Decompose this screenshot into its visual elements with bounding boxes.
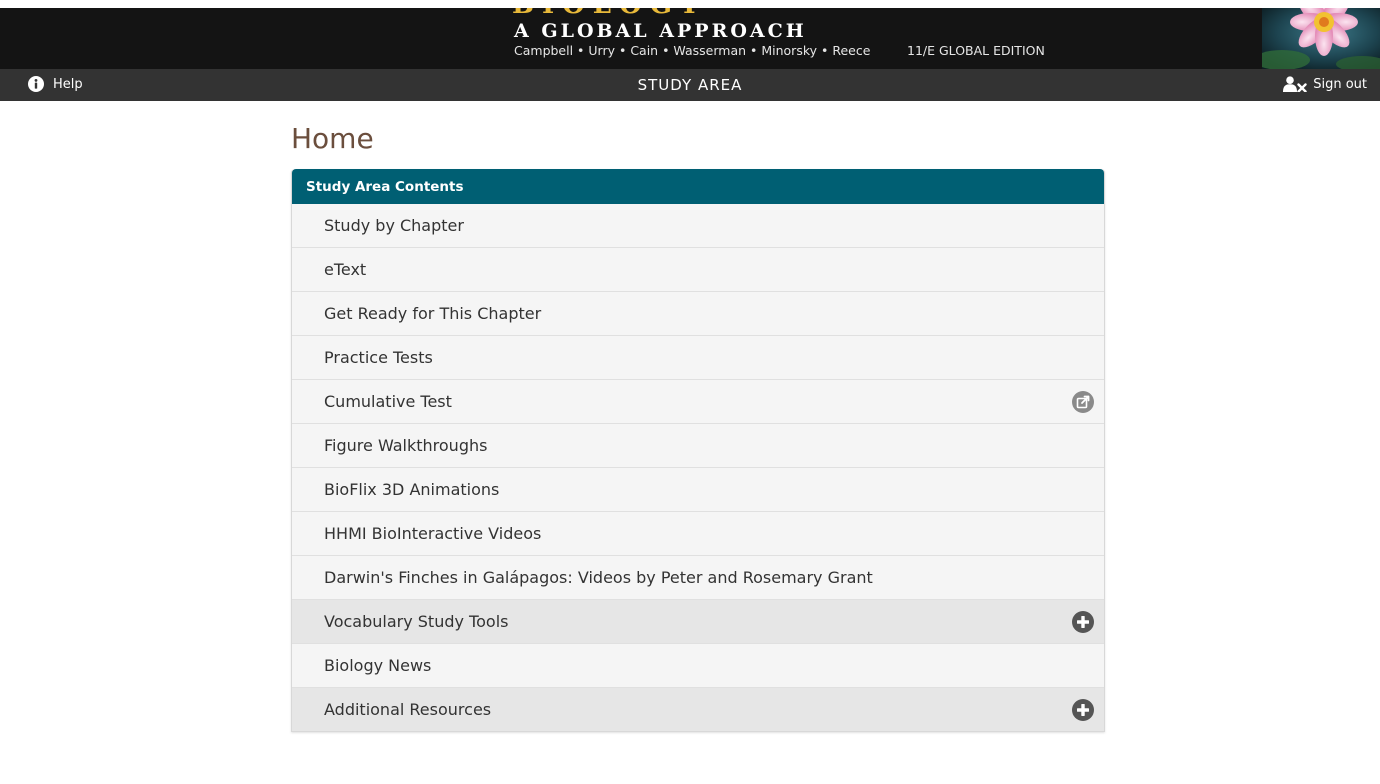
- menu-item-label: eText: [324, 260, 367, 279]
- plus-circle-icon[interactable]: [1072, 611, 1094, 633]
- plus-circle-icon[interactable]: [1072, 699, 1094, 721]
- top-gap: [0, 0, 1380, 8]
- water-lily-image: [1254, 8, 1380, 69]
- book-authors: Campbell • Urry • Cain • Wasserman • Min…: [514, 43, 871, 58]
- menu-item-study-by-chapter[interactable]: Study by Chapter: [292, 204, 1104, 247]
- sign-out-link[interactable]: Sign out: [1283, 76, 1367, 92]
- external-link-icon[interactable]: [1072, 391, 1094, 413]
- book-title: BIOLOGY: [512, 8, 706, 18]
- menu-item-cumulative-test[interactable]: Cumulative Test: [292, 379, 1104, 423]
- menu-item-label: BioFlix 3D Animations: [324, 480, 500, 499]
- book-banner: BIOLOGY A GLOBAL APPROACH Campbell • Urr…: [0, 8, 1380, 69]
- menu-item-label: Additional Resources: [324, 700, 492, 719]
- menu-item-label: Practice Tests: [324, 348, 433, 367]
- menu-item-practice-tests[interactable]: Practice Tests: [292, 335, 1104, 379]
- menu-item-label: Vocabulary Study Tools: [324, 612, 509, 631]
- book-edition: 11/E GLOBAL EDITION: [907, 43, 1045, 58]
- menu-item-additional-resources[interactable]: Additional Resources: [292, 687, 1104, 731]
- menu-item-hhmi-videos[interactable]: HHMI BioInteractive Videos: [292, 511, 1104, 555]
- menu-item-get-ready[interactable]: Get Ready for This Chapter: [292, 291, 1104, 335]
- menu-item-biology-news[interactable]: Biology News: [292, 643, 1104, 687]
- page-title: Home: [291, 122, 374, 155]
- menu-item-label: Get Ready for This Chapter: [324, 304, 542, 323]
- menu-item-bioflix-animations[interactable]: BioFlix 3D Animations: [292, 467, 1104, 511]
- menu-item-label: Figure Walkthroughs: [324, 436, 488, 455]
- menu-item-darwins-finches[interactable]: Darwin's Finches in Galápagos: Videos by…: [292, 555, 1104, 599]
- menu-item-etext[interactable]: eText: [292, 247, 1104, 291]
- study-area-panel: Study Area Contents Study by Chapter eTe…: [291, 169, 1105, 732]
- user-remove-icon: [1283, 76, 1307, 92]
- menu-item-label: HHMI BioInteractive Videos: [324, 524, 542, 543]
- menu-item-label: Study by Chapter: [324, 216, 464, 235]
- panel-header: Study Area Contents: [292, 169, 1104, 204]
- menu-item-label: Cumulative Test: [324, 392, 452, 411]
- menu-item-vocabulary-tools[interactable]: Vocabulary Study Tools: [292, 599, 1104, 643]
- menu-item-figure-walkthroughs[interactable]: Figure Walkthroughs: [292, 423, 1104, 467]
- main-content: Home Study Area Contents Study by Chapte…: [291, 120, 1105, 732]
- top-navbar: Help STUDY AREA Sign out: [0, 69, 1380, 101]
- study-area-title: STUDY AREA: [637, 76, 743, 94]
- menu-item-label: Darwin's Finches in Galápagos: Videos by…: [324, 568, 873, 587]
- sign-out-label: Sign out: [1313, 76, 1367, 92]
- book-subtitle: A GLOBAL APPROACH: [514, 20, 807, 42]
- menu-item-label: Biology News: [324, 656, 432, 675]
